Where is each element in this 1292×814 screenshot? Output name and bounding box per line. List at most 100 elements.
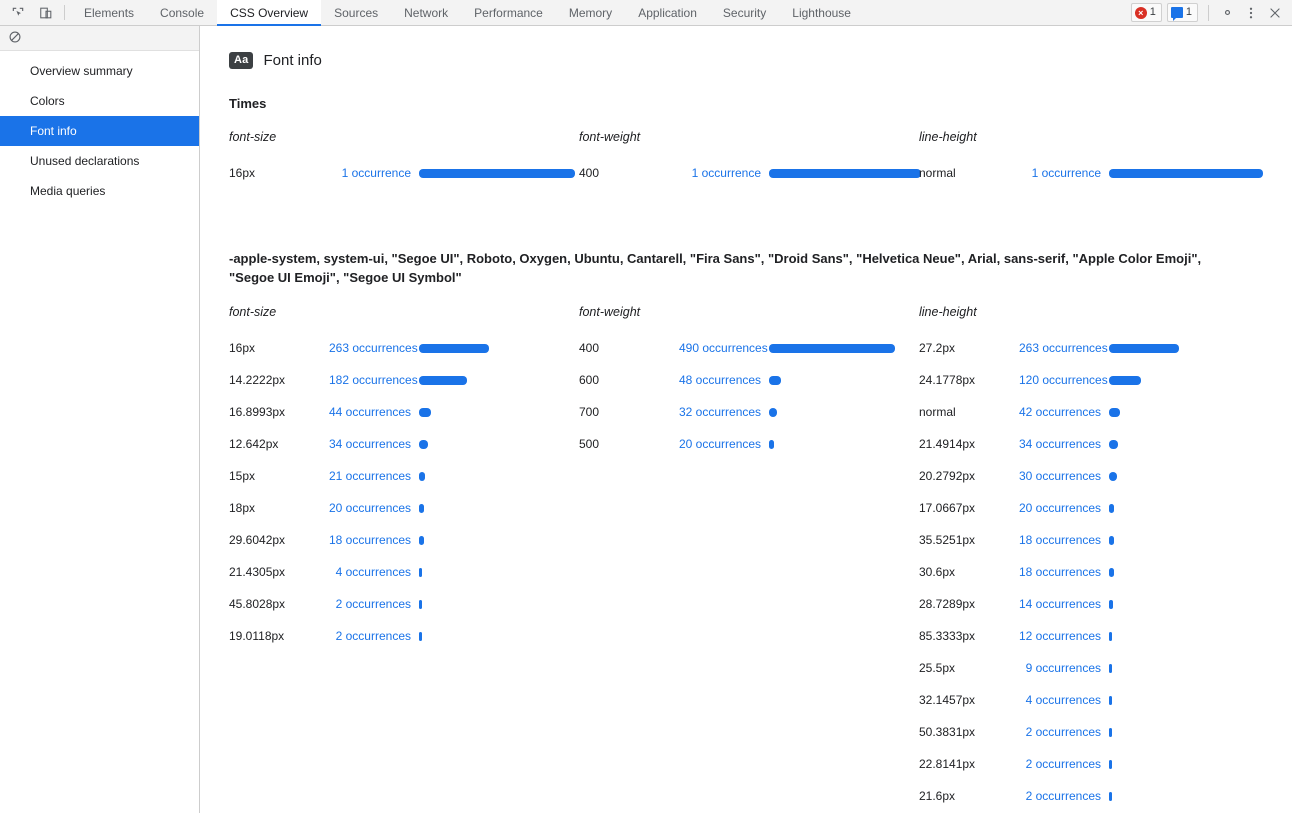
sidebar-item-colors[interactable]: Colors (0, 86, 199, 116)
metric-value: 16.8993px (229, 405, 329, 419)
metric-occurrences-link[interactable]: 4 occurrences (329, 565, 411, 579)
metric-occurrences-link[interactable]: 9 occurrences (1019, 661, 1101, 675)
metric-grid: font-size16px1 occurrencefont-weight4001… (229, 130, 1292, 189)
tab-network[interactable]: Network (391, 0, 461, 25)
metric-row: 35.5251px18 occurrences (919, 524, 1292, 556)
metric-occurrences-link[interactable]: 14 occurrences (1019, 597, 1101, 611)
error-count-badge[interactable]: × 1 (1131, 3, 1162, 22)
css-overview-sidebar: Overview summary Colors Font info Unused… (0, 26, 200, 813)
metric-row: 15px21 occurrences (229, 460, 579, 492)
metric-occurrences-link[interactable]: 34 occurrences (1019, 437, 1101, 451)
metric-occurrences-link[interactable]: 32 occurrences (679, 405, 761, 419)
sidebar-item-unused-declarations[interactable]: Unused declarations (0, 146, 199, 176)
devtools-body: Overview summary Colors Font info Unused… (0, 26, 1292, 813)
tab-memory[interactable]: Memory (556, 0, 625, 25)
metric-occurrences-link[interactable]: 44 occurrences (329, 405, 411, 419)
metric-row: normal1 occurrence (919, 157, 1292, 189)
tab-label: Performance (474, 6, 543, 20)
tab-console[interactable]: Console (147, 0, 217, 25)
metric-occurrences-link[interactable]: 263 occurrences (329, 341, 411, 355)
tab-elements[interactable]: Elements (71, 0, 147, 25)
metric-occurrences-link[interactable]: 18 occurrences (329, 533, 411, 547)
tab-sources[interactable]: Sources (321, 0, 391, 25)
metric-bar-container (419, 440, 428, 449)
tab-lighthouse[interactable]: Lighthouse (779, 0, 864, 25)
metric-occurrences-link[interactable]: 490 occurrences (679, 341, 761, 355)
panel-tabs: Elements Console CSS Overview Sources Ne… (71, 0, 864, 25)
sidebar-item-media-queries[interactable]: Media queries (0, 176, 199, 206)
metric-value: 16px (229, 341, 329, 355)
tab-css-overview[interactable]: CSS Overview (217, 0, 321, 25)
metric-occurrences-link[interactable]: 21 occurrences (329, 469, 411, 483)
metric-bar (1109, 760, 1112, 769)
metric-bar (1109, 344, 1179, 353)
sidebar-list: Overview summary Colors Font info Unused… (0, 51, 199, 206)
metric-bar-container (419, 504, 424, 513)
metric-value: 45.8028px (229, 597, 329, 611)
metric-bar-container (1109, 600, 1113, 609)
metric-occurrences-link[interactable]: 2 occurrences (329, 629, 411, 643)
metric-occurrences-link[interactable]: 18 occurrences (1019, 565, 1101, 579)
tab-security[interactable]: Security (710, 0, 779, 25)
metric-occurrences-link[interactable]: 4 occurrences (1019, 693, 1101, 707)
metric-value: 28.7289px (919, 597, 1019, 611)
metric-occurrences-link[interactable]: 12 occurrences (1019, 629, 1101, 643)
metric-row: 45.8028px2 occurrences (229, 588, 579, 620)
metric-row: 22.8141px2 occurrences (919, 748, 1292, 780)
metric-occurrences-link[interactable]: 20 occurrences (1019, 501, 1101, 515)
metric-value: 400 (579, 341, 679, 355)
metric-occurrences-link[interactable]: 34 occurrences (329, 437, 411, 451)
sidebar-item-font-info[interactable]: Font info (0, 116, 199, 146)
metric-column-header: line-height (919, 130, 1292, 144)
metric-bar-container (1109, 760, 1112, 769)
tab-performance[interactable]: Performance (461, 0, 556, 25)
metric-occurrences-link[interactable]: 263 occurrences (1019, 341, 1101, 355)
metric-occurrences-link[interactable]: 120 occurrences (1019, 373, 1101, 387)
metric-occurrences-link[interactable]: 2 occurrences (329, 597, 411, 611)
metric-occurrences-link[interactable]: 42 occurrences (1019, 405, 1101, 419)
message-count-badge[interactable]: 1 (1167, 3, 1198, 22)
page-title: Font info (263, 52, 321, 69)
metric-occurrences-link[interactable]: 2 occurrences (1019, 757, 1101, 771)
sidebar-item-overview-summary[interactable]: Overview summary (0, 56, 199, 86)
sidebar-item-label: Media queries (30, 184, 105, 198)
clear-overview-icon[interactable] (8, 30, 22, 47)
metric-occurrences-link[interactable]: 2 occurrences (1019, 789, 1101, 803)
tab-label: Network (404, 6, 448, 20)
metric-occurrences-link[interactable]: 18 occurrences (1019, 533, 1101, 547)
metric-value: 21.4914px (919, 437, 1019, 451)
error-count-label: 1 (1150, 7, 1156, 18)
metric-bar-container (419, 568, 422, 577)
device-toolbar-icon[interactable] (36, 3, 56, 23)
metric-bar-container (419, 632, 422, 641)
tab-label: Application (638, 6, 697, 20)
metric-occurrences-link[interactable]: 182 occurrences (329, 373, 411, 387)
metric-bar-container (419, 472, 425, 481)
metric-occurrences-link[interactable]: 1 occurrence (1019, 166, 1101, 180)
metric-occurrences-link[interactable]: 48 occurrences (679, 373, 761, 387)
metric-bar (1109, 536, 1114, 545)
metric-bar (419, 600, 422, 609)
font-info-panel: Aa Font info Timesfont-size16px1 occurre… (200, 26, 1292, 813)
kebab-menu-icon[interactable] (1240, 2, 1262, 24)
metric-value: 29.6042px (229, 533, 329, 547)
metric-row: normal42 occurrences (919, 396, 1292, 428)
metric-occurrences-link[interactable]: 30 occurrences (1019, 469, 1101, 483)
close-icon[interactable] (1264, 2, 1286, 24)
metric-occurrences-link[interactable]: 1 occurrence (329, 166, 411, 180)
metric-bar (1109, 696, 1112, 705)
gear-icon[interactable] (1216, 2, 1238, 24)
metric-occurrences-link[interactable]: 1 occurrence (679, 166, 761, 180)
metric-occurrences-link[interactable]: 2 occurrences (1019, 725, 1101, 739)
metric-bar-container (769, 440, 774, 449)
metric-row: 70032 occurrences (579, 396, 919, 428)
metric-occurrences-link[interactable]: 20 occurrences (329, 501, 411, 515)
metric-grid: font-size16px263 occurrences14.2222px182… (229, 305, 1292, 812)
inspect-element-icon[interactable] (8, 3, 28, 23)
metric-row: 21.4914px34 occurrences (919, 428, 1292, 460)
tab-application[interactable]: Application (625, 0, 710, 25)
metric-bar (769, 376, 781, 385)
metric-row: 20.2792px30 occurrences (919, 460, 1292, 492)
metric-occurrences-link[interactable]: 20 occurrences (679, 437, 761, 451)
metric-row: 21.6px2 occurrences (919, 780, 1292, 812)
